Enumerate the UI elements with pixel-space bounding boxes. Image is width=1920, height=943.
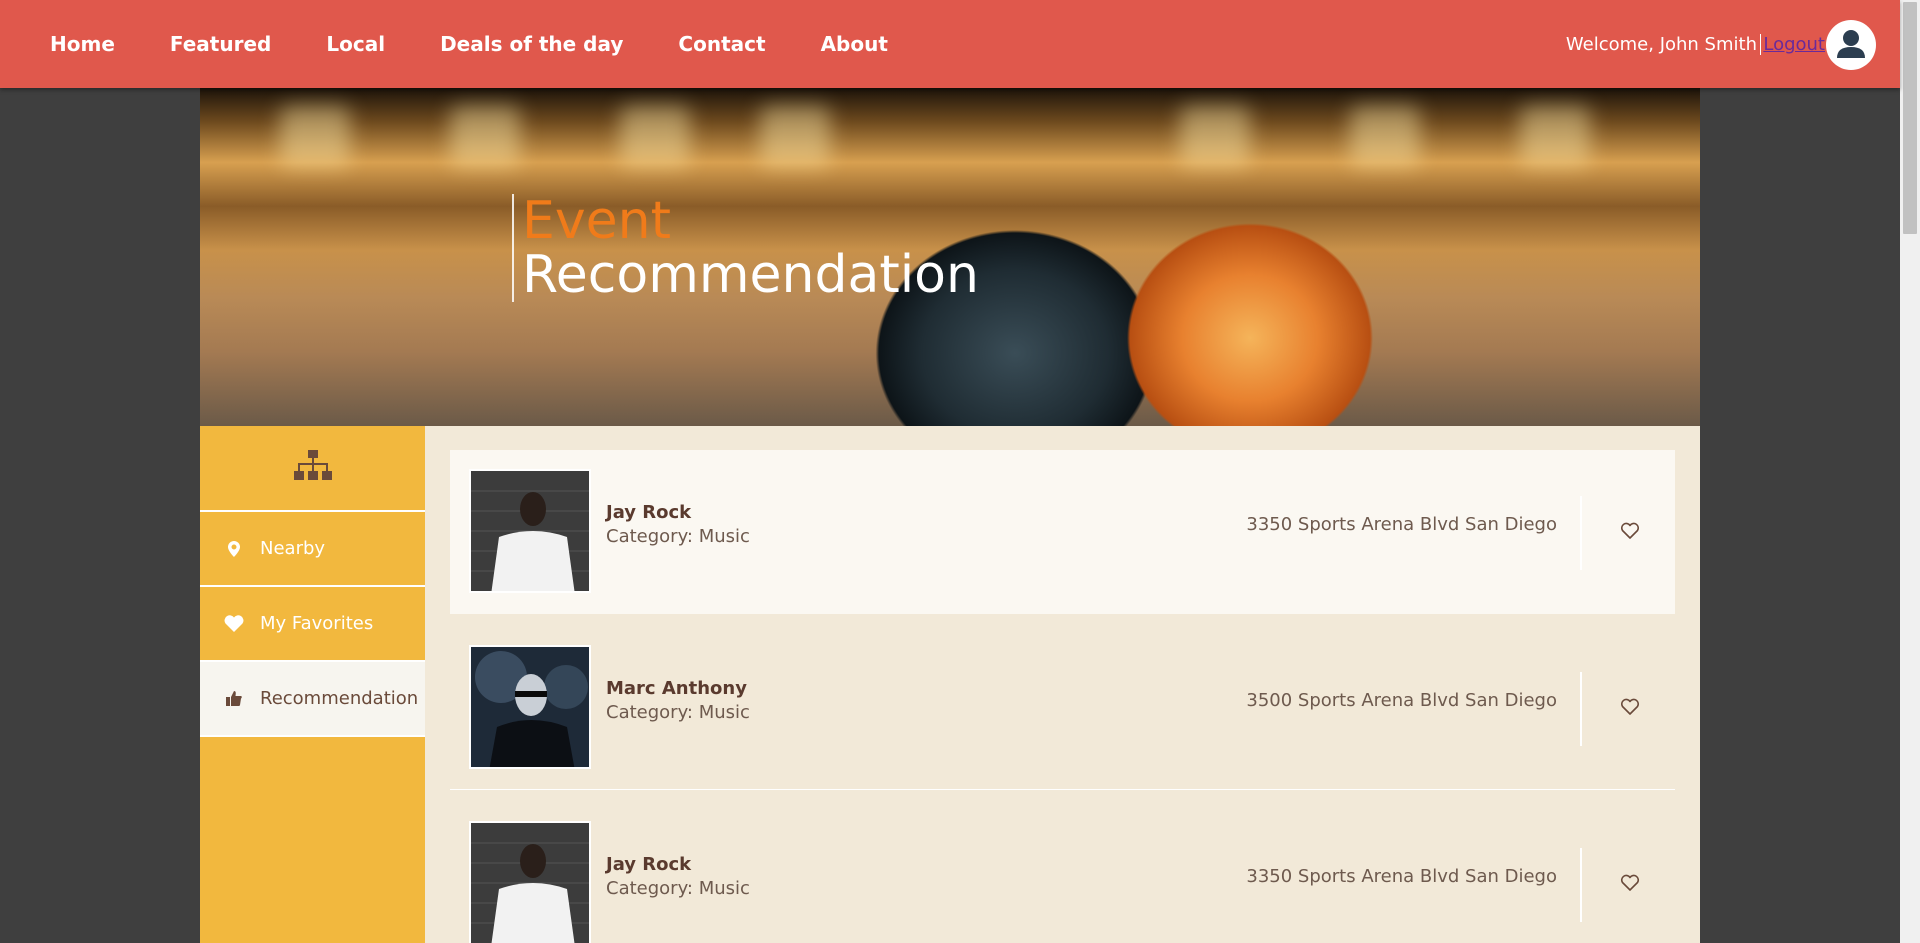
scrollbar-thumb[interactable]	[1903, 2, 1917, 234]
sidebar-item-label: My Favorites	[260, 613, 374, 634]
page-scrollbar[interactable]	[1900, 0, 1920, 943]
nav-deals[interactable]: Deals of the day	[440, 32, 623, 56]
event-address: 3350 Sports Arena Blvd San Diego	[1246, 514, 1557, 535]
nav-featured[interactable]: Featured	[170, 32, 271, 56]
event-list: Jay Rock Category: Music 3350 Sports Are…	[450, 450, 1675, 943]
sidebar-item-label: Nearby	[260, 538, 326, 559]
event-name[interactable]: Jay Rock	[606, 854, 691, 875]
nav-about[interactable]: About	[821, 32, 888, 56]
divider	[1580, 848, 1582, 922]
nav-local[interactable]: Local	[326, 32, 385, 56]
event-name[interactable]: Jay Rock	[606, 502, 691, 523]
favorite-heart-icon[interactable]	[1620, 522, 1640, 542]
sidebar-item-label: Recommendation	[260, 688, 419, 709]
heart-icon	[224, 615, 244, 632]
list-item[interactable]: Marc Anthony Category: Music 3500 Sports…	[450, 626, 1675, 790]
main-nav: Home Featured Local Deals of the day Con…	[50, 0, 943, 88]
event-name[interactable]: Marc Anthony	[606, 678, 747, 699]
main-container: Event Recommendation Nearby My Favorites…	[200, 88, 1700, 943]
divider	[1580, 496, 1582, 570]
user-avatar-icon[interactable]	[1826, 20, 1876, 70]
hero-banner: Event Recommendation	[200, 88, 1700, 426]
event-photo	[469, 645, 591, 769]
logout-link[interactable]: Logout	[1760, 34, 1825, 55]
event-category: Category: Music	[606, 702, 750, 723]
event-address: 3350 Sports Arena Blvd San Diego	[1246, 866, 1557, 887]
event-category: Category: Music	[606, 526, 750, 547]
favorite-heart-icon[interactable]	[1620, 874, 1640, 894]
hero-title-event: Event	[522, 191, 671, 251]
hero-title-recommendation: Recommendation	[522, 245, 979, 305]
sidebar-item-recommendation[interactable]: Recommendation	[200, 662, 425, 737]
sidebar-item-my-favorites[interactable]: My Favorites	[200, 587, 425, 662]
nav-contact[interactable]: Contact	[678, 32, 765, 56]
list-item[interactable]: Jay Rock Category: Music 3350 Sports Are…	[450, 802, 1675, 943]
event-photo	[469, 821, 591, 943]
welcome-text: Welcome, John Smith	[1565, 34, 1757, 55]
top-navbar: Home Featured Local Deals of the day Con…	[0, 0, 1900, 88]
list-item[interactable]: Jay Rock Category: Music 3350 Sports Are…	[450, 450, 1675, 614]
thumbs-up-icon	[224, 691, 244, 706]
sitemap-icon	[293, 449, 332, 487]
event-photo	[469, 469, 591, 593]
favorite-heart-icon[interactable]	[1620, 698, 1640, 718]
sidebar: Nearby My Favorites Recommendation	[200, 426, 425, 943]
divider	[1580, 672, 1582, 746]
sidebar-header	[200, 426, 425, 512]
event-address: 3500 Sports Arena Blvd San Diego	[1246, 690, 1557, 711]
map-marker-icon	[224, 540, 244, 557]
sidebar-item-nearby[interactable]: Nearby	[200, 512, 425, 587]
hero-title: Event Recommendation	[512, 194, 979, 302]
nav-home[interactable]: Home	[50, 32, 115, 56]
event-category: Category: Music	[606, 878, 750, 899]
